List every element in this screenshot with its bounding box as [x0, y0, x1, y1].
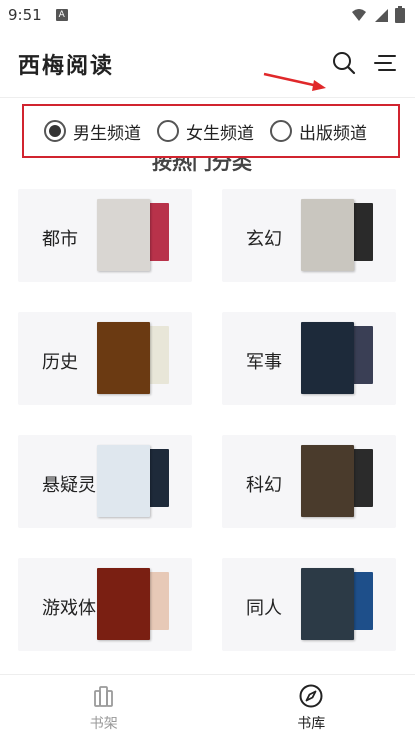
bookshelf-icon	[93, 686, 113, 707]
arrow-annotation-icon	[263, 72, 326, 91]
book-cover-front	[301, 568, 354, 640]
nav-bookshelf[interactable]: 书架	[0, 675, 208, 739]
book-cover-front	[97, 322, 150, 394]
category-card-dushi[interactable]: 都市	[18, 189, 192, 282]
category-card-youxi[interactable]: 游戏体	[18, 558, 192, 651]
channel-option-publish[interactable]: 出版频道	[270, 119, 367, 144]
search-button[interactable]	[331, 50, 357, 76]
nav-label: 书架	[89, 716, 118, 732]
book-cover-back	[352, 203, 373, 261]
category-name: 悬疑灵	[42, 475, 96, 496]
book-cover-front	[97, 445, 150, 517]
book-cover-front	[301, 199, 354, 271]
status-bar: 9:51 A	[0, 0, 415, 30]
signal-icon	[375, 8, 388, 22]
book-cover-back	[148, 572, 169, 630]
nav-label: 书库	[297, 716, 326, 732]
radio-button-icon	[157, 120, 179, 142]
book-cover-front	[301, 322, 354, 394]
nav-library[interactable]: 书库	[208, 675, 415, 739]
category-grid: 都市 玄幻 历史 军事 悬疑灵 科幻 游戏体 同人	[18, 189, 396, 651]
bottom-nav: 书架 书库	[0, 674, 415, 739]
book-cover-back	[352, 572, 373, 630]
radio-button-icon	[270, 120, 292, 142]
category-name: 军事	[246, 352, 282, 373]
category-name: 玄幻	[246, 229, 282, 250]
radio-button-icon	[44, 120, 66, 142]
channel-selector: 男生频道 女生频道 出版频道	[22, 104, 400, 158]
book-cover-back	[148, 449, 169, 507]
channel-label: 出版频道	[299, 123, 367, 144]
app-title: 西梅阅读	[18, 53, 115, 79]
category-card-kehuan[interactable]: 科幻	[222, 435, 396, 528]
status-time: 9:51	[8, 6, 42, 24]
category-name: 游戏体	[42, 598, 96, 619]
channel-radio-group: 男生频道 女生频道 出版频道	[44, 119, 367, 144]
status-indicators	[351, 6, 405, 23]
category-card-tongren[interactable]: 同人	[222, 558, 396, 651]
book-cover-front	[97, 199, 150, 271]
book-cover-back	[148, 203, 169, 261]
category-card-lishi[interactable]: 历史	[18, 312, 192, 405]
category-card-xuanhuan[interactable]: 玄幻	[222, 189, 396, 282]
book-cover-back	[352, 449, 373, 507]
book-cover-back	[352, 326, 373, 384]
category-name: 科幻	[246, 475, 282, 496]
wifi-icon	[352, 8, 366, 21]
channel-option-female[interactable]: 女生频道	[157, 119, 254, 144]
search-icon	[333, 52, 356, 75]
book-cover-front	[97, 568, 150, 640]
category-card-junshi[interactable]: 军事	[222, 312, 396, 405]
notification-a-icon: A	[55, 9, 68, 21]
channel-label: 男生频道	[73, 123, 141, 144]
category-name: 都市	[42, 229, 78, 250]
battery-icon	[395, 6, 405, 23]
compass-icon	[299, 684, 323, 708]
book-cover-back	[148, 326, 169, 384]
channel-label: 女生频道	[186, 123, 254, 144]
category-name: 历史	[42, 352, 78, 373]
category-name: 同人	[246, 598, 282, 619]
sort-menu-button[interactable]	[372, 50, 398, 76]
book-cover-front	[301, 445, 354, 517]
category-card-xuanyi[interactable]: 悬疑灵	[18, 435, 192, 528]
app-bar: 西梅阅读	[0, 30, 415, 98]
list-menu-icon	[374, 55, 396, 71]
channel-option-male[interactable]: 男生频道	[44, 119, 141, 144]
